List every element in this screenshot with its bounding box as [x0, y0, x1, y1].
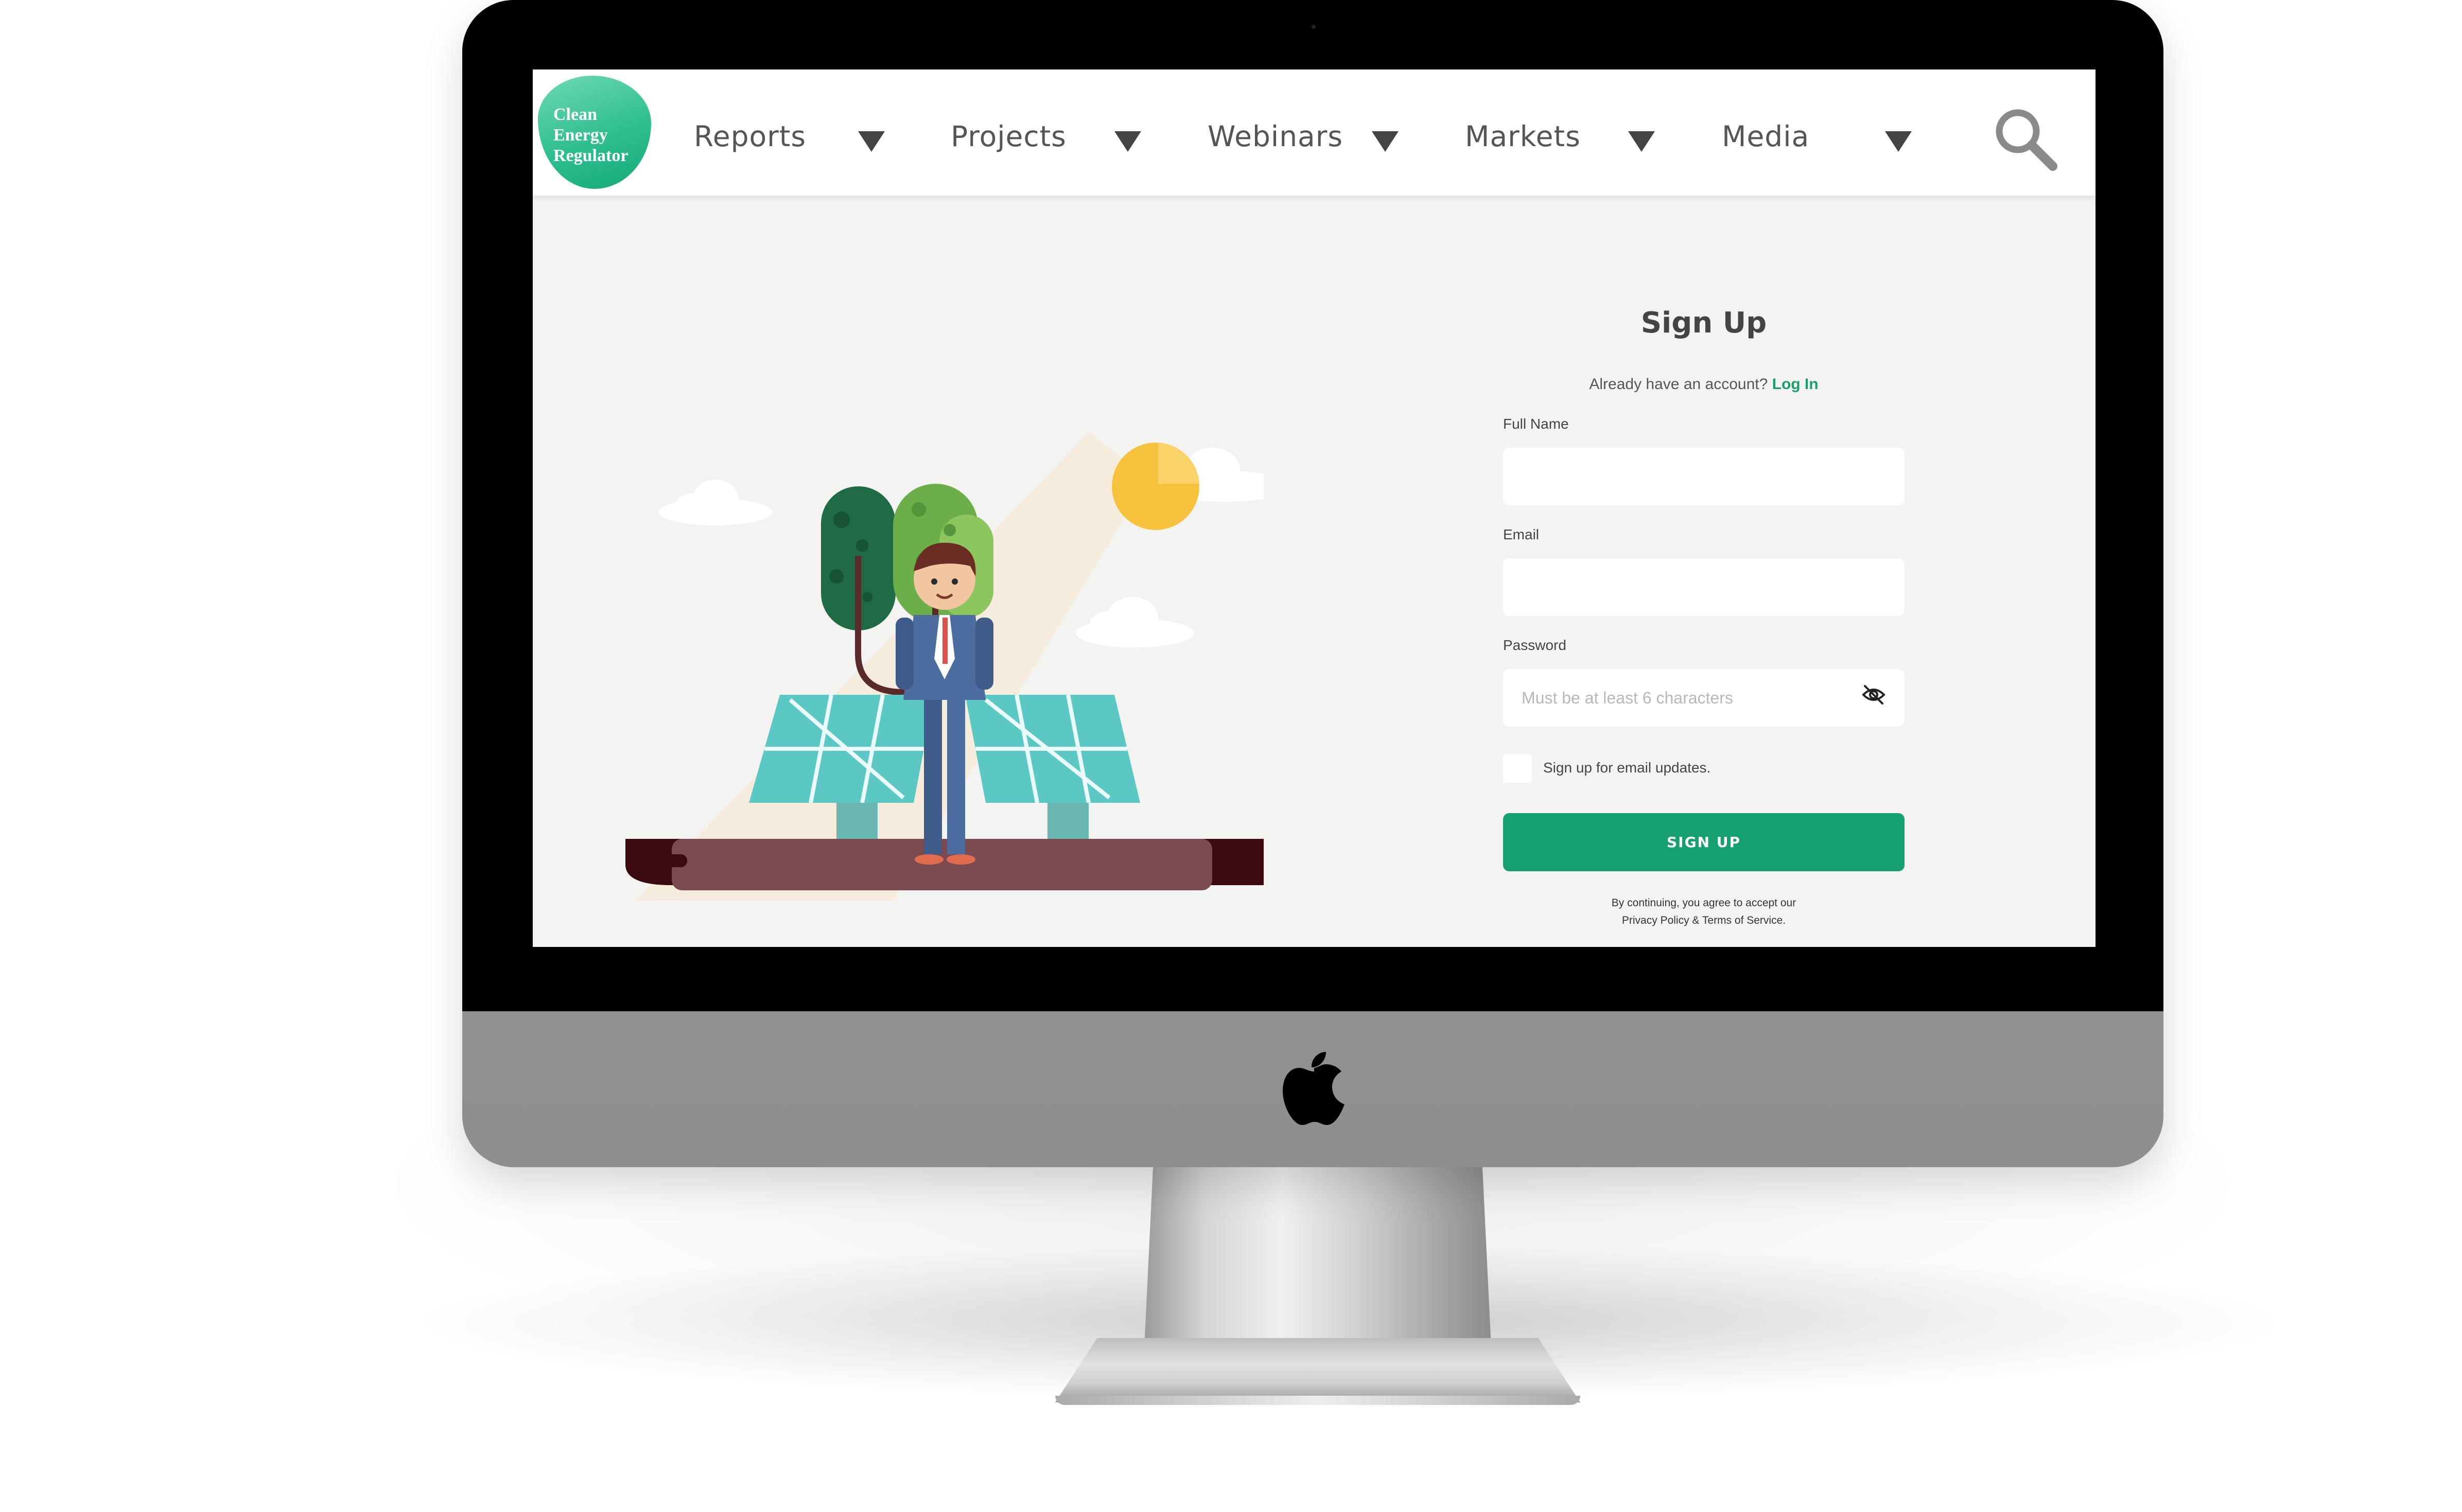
nav-item-projects[interactable]: Projects [951, 118, 1067, 154]
nav-label: Webinars [1208, 120, 1343, 153]
legal-links[interactable]: Privacy Policy & Terms of Service. [1503, 912, 1905, 929]
nav-label: Markets [1465, 120, 1581, 153]
eye-off-icon[interactable] [1861, 682, 1887, 708]
nav-item-webinars[interactable]: Webinars [1208, 118, 1343, 154]
imac-stand-edge [1055, 1396, 1580, 1405]
website-screen: Clean Energy Regulator Reports Projects … [533, 69, 2096, 947]
logo-text: Clean Energy Regulator [553, 105, 628, 165]
main-content: Sign Up Already have an account? Log In … [533, 196, 2096, 947]
nav-label: Reports [694, 120, 806, 153]
signup-button[interactable]: SIGN UP [1503, 813, 1905, 871]
apple-logo-icon [1281, 1045, 1348, 1127]
have-account-text: Already have an account? [1589, 376, 1768, 393]
solar-illustration [625, 432, 1264, 901]
search-icon[interactable] [1992, 106, 2059, 172]
imac-stand-base [1055, 1338, 1580, 1402]
login-link[interactable]: Log In [1772, 376, 1819, 393]
caret-down-icon[interactable] [858, 131, 885, 152]
password-label: Password [1503, 637, 1566, 653]
email-field[interactable] [1503, 558, 1905, 616]
signup-form: Sign Up Already have an account? Log In … [1503, 196, 1905, 947]
caret-down-icon[interactable] [1372, 131, 1399, 152]
full-name-field[interactable] [1503, 448, 1905, 505]
nav-label: Projects [951, 120, 1067, 153]
top-navbar: Clean Energy Regulator Reports Projects … [533, 69, 2096, 196]
email-updates-label: Sign up for email updates. [1543, 760, 1711, 776]
nav-label: Media [1722, 120, 1810, 153]
legal-line-1: By continuing, you agree to accept our [1611, 897, 1796, 909]
full-name-label: Full Name [1503, 416, 1569, 432]
nav-item-media[interactable]: Media [1722, 118, 1809, 154]
email-updates-checkbox[interactable] [1503, 754, 1532, 783]
legal-notice: By continuing, you agree to accept our P… [1503, 894, 1905, 929]
camera-dot [1312, 25, 1316, 29]
clean-energy-regulator-logo[interactable]: Clean Energy Regulator [538, 76, 651, 189]
email-label: Email [1503, 526, 1540, 542]
signup-title: Sign Up [1640, 306, 1767, 340]
caret-down-icon[interactable] [1885, 131, 1912, 152]
password-field[interactable] [1503, 669, 1905, 727]
caret-down-icon[interactable] [1114, 131, 1141, 152]
login-prompt: Already have an account? Log In [1503, 376, 1905, 393]
nav-item-reports[interactable]: Reports [694, 118, 806, 154]
caret-down-icon[interactable] [1628, 131, 1655, 152]
nav-item-markets[interactable]: Markets [1465, 118, 1581, 154]
